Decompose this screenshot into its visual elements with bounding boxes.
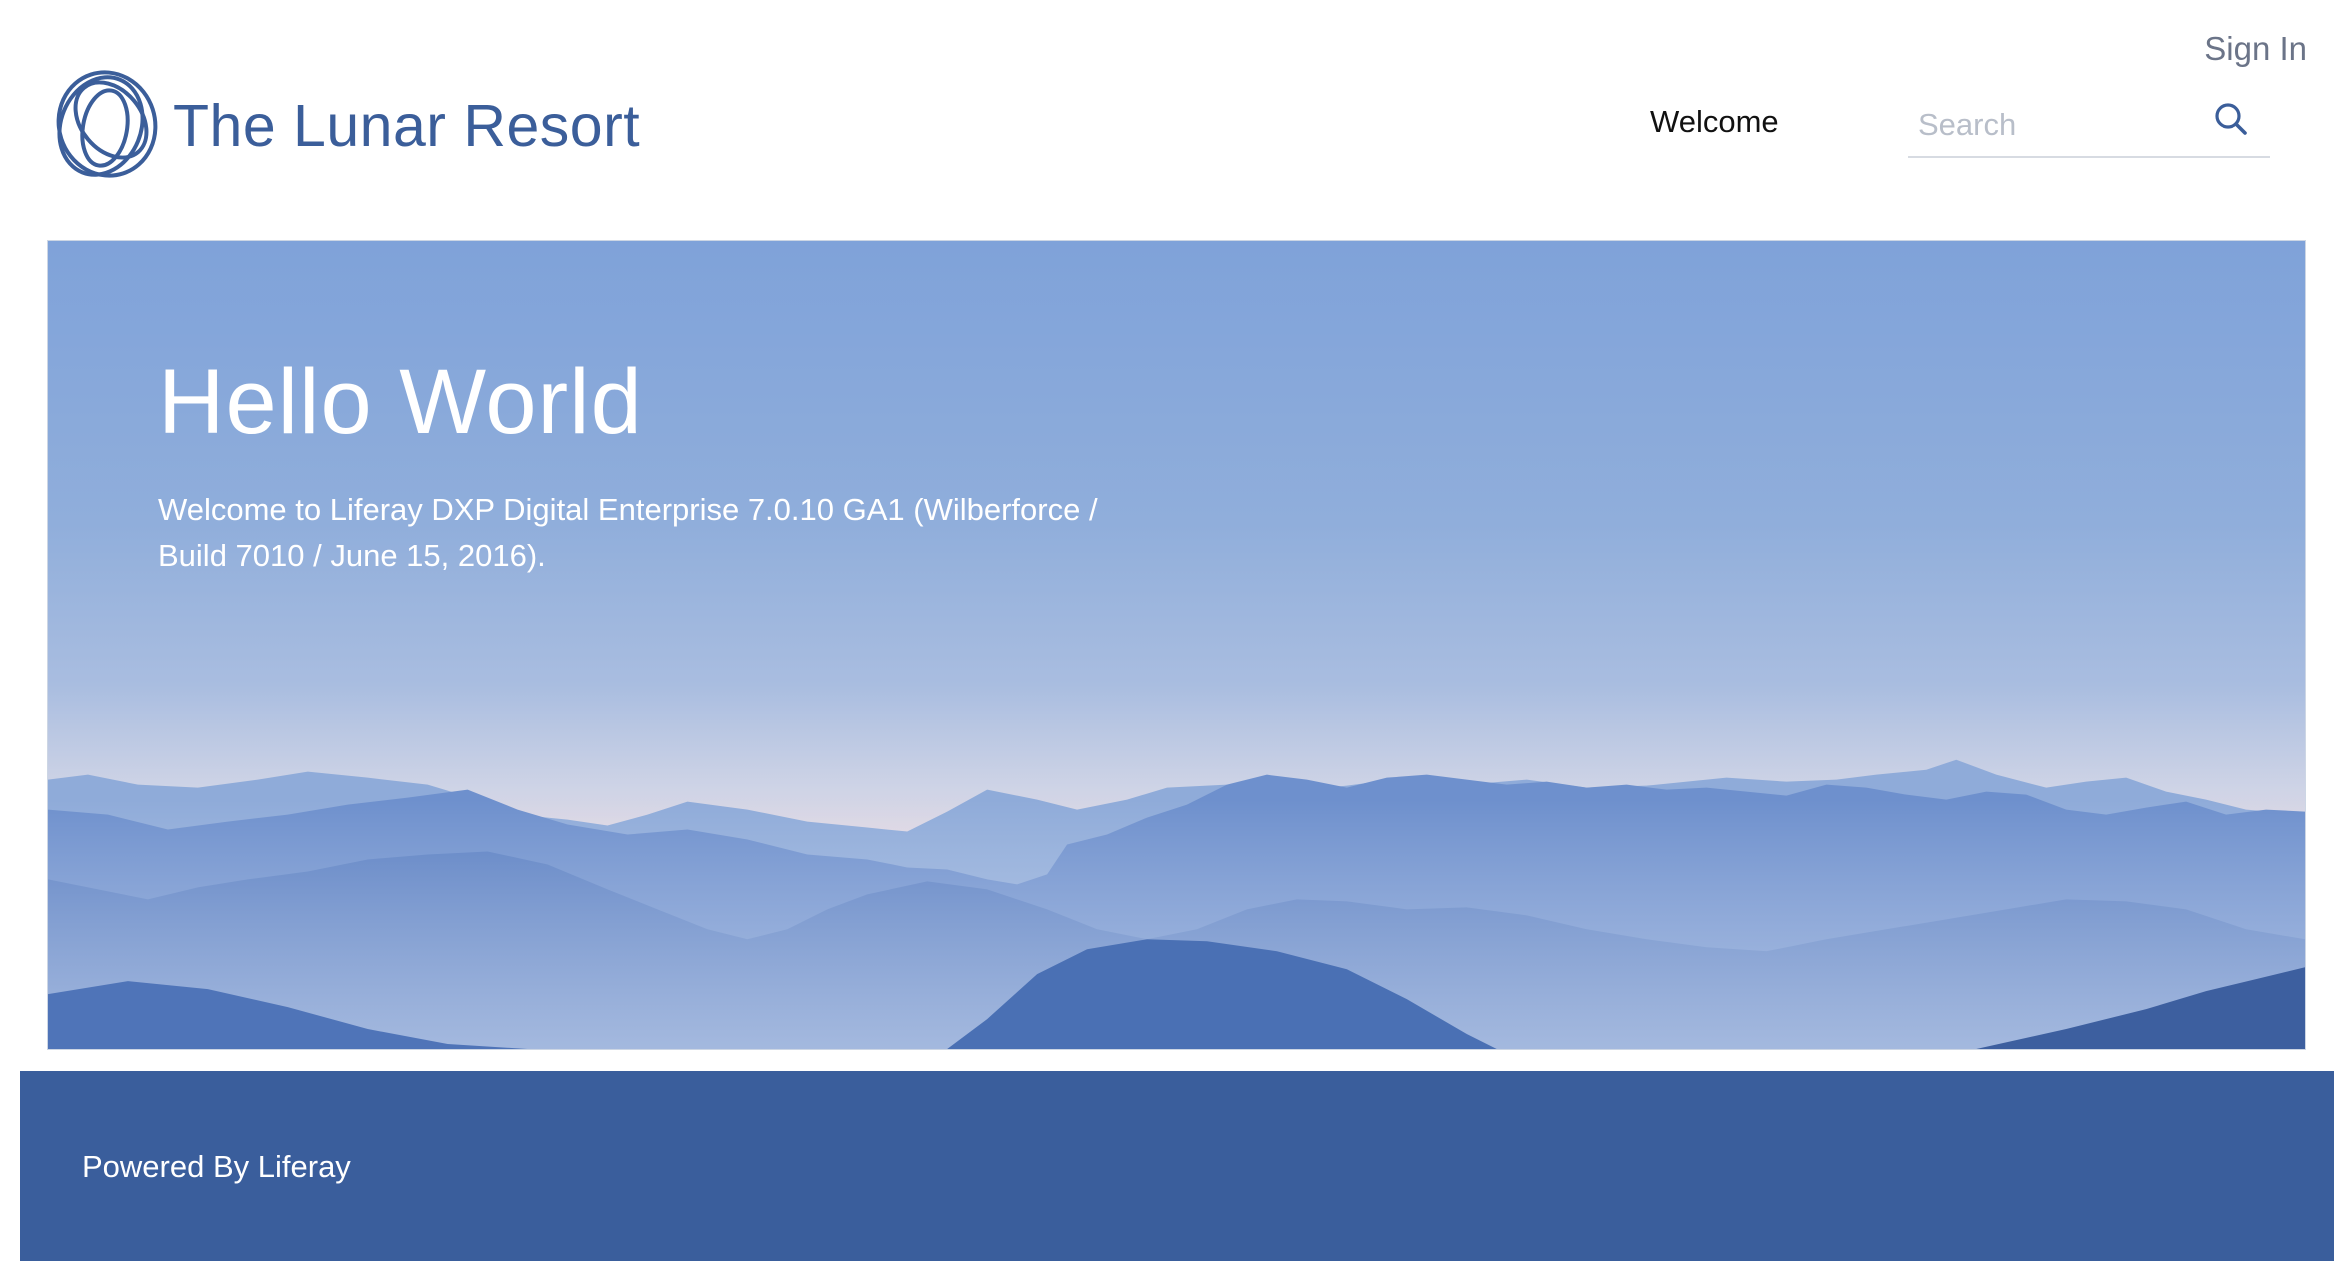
liferay-link[interactable]: Liferay [258,1149,351,1184]
search-input[interactable] [1916,98,2210,152]
site-name: The Lunar Resort [173,92,641,159]
sign-in-link[interactable]: Sign In [2204,30,2307,68]
lunar-rings-logo-icon [56,70,158,178]
hero-title: Hello World [158,351,643,453]
hero-description: Welcome to Liferay DXP Digital Enterpris… [158,492,1098,573]
hero-banner: Hello World Welcome to Liferay DXP Digit… [47,240,2306,1050]
page: The Lunar Resort Sign In Welcome Search … [0,0,2352,1270]
site-logo-link[interactable]: The Lunar Resort [45,66,640,186]
nav-item-welcome[interactable]: Welcome [1650,104,1779,140]
search-bar [1908,98,2270,158]
site-header: The Lunar Resort Sign In Welcome [0,0,2352,235]
site-footer: Powered By Liferay [20,1071,2334,1261]
search-button[interactable] [2210,98,2254,142]
search-icon [2215,103,2247,135]
powered-by-label: Powered By [82,1149,250,1184]
powered-by-text: Powered By Liferay [82,1149,351,1185]
